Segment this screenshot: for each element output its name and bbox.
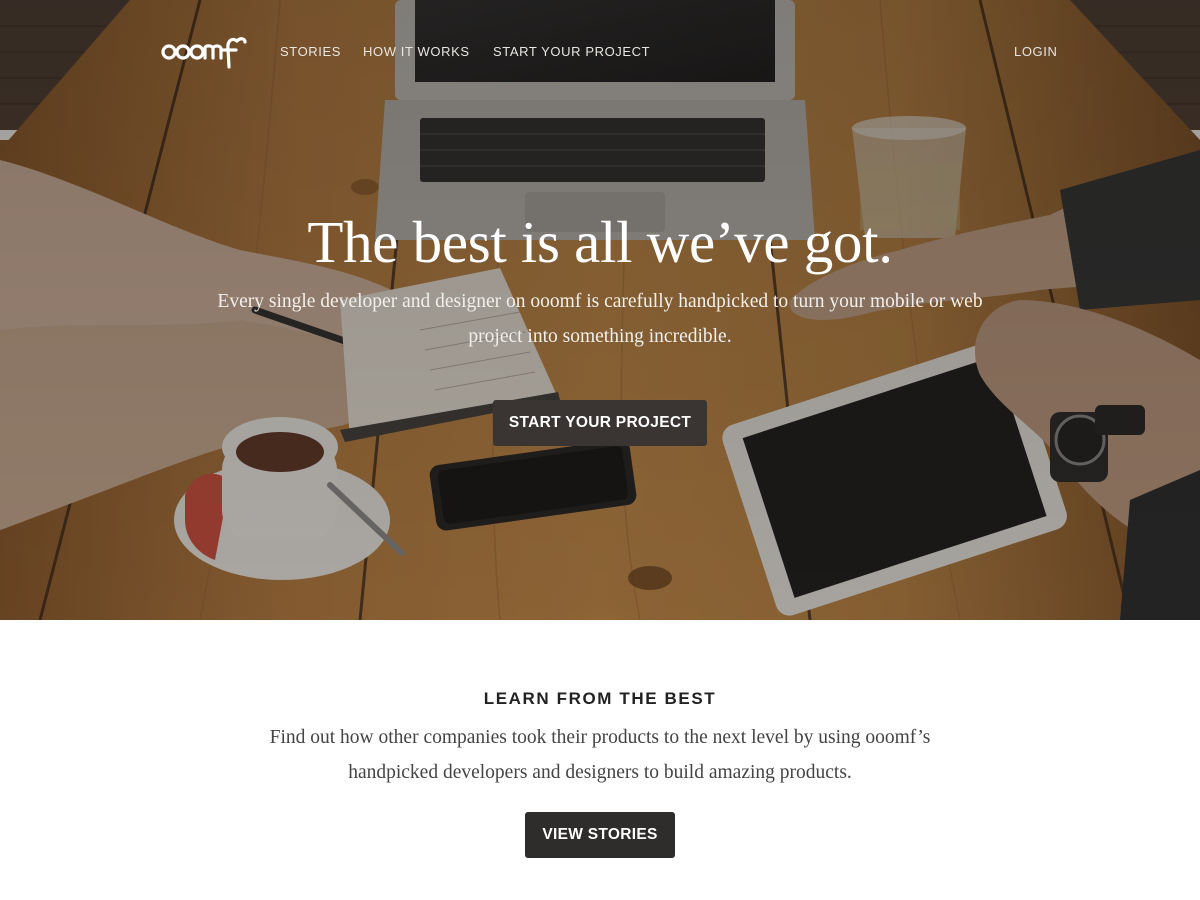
nav-start-project-link[interactable]: START YOUR PROJECT [493, 44, 650, 59]
nav-login-link[interactable]: LOGIN [1014, 44, 1057, 59]
hero-section: STORIES HOW IT WORKS START YOUR PROJECT … [0, 0, 1200, 620]
view-stories-button[interactable]: VIEW STORIES [525, 812, 675, 858]
nav-stories-link[interactable]: STORIES [280, 44, 341, 59]
start-project-button[interactable]: START YOUR PROJECT [493, 400, 707, 446]
nav-how-it-works-link[interactable]: HOW IT WORKS [363, 44, 470, 59]
ooomf-logo[interactable] [161, 33, 251, 71]
section-description: Find out how other companies took their … [269, 727, 931, 783]
hero-subtitle: Every single developer and designer on o… [217, 291, 983, 347]
section-title: LEARN FROM THE BEST [483, 689, 717, 708]
hero-title: The best is all we’ve got. [307, 209, 893, 275]
